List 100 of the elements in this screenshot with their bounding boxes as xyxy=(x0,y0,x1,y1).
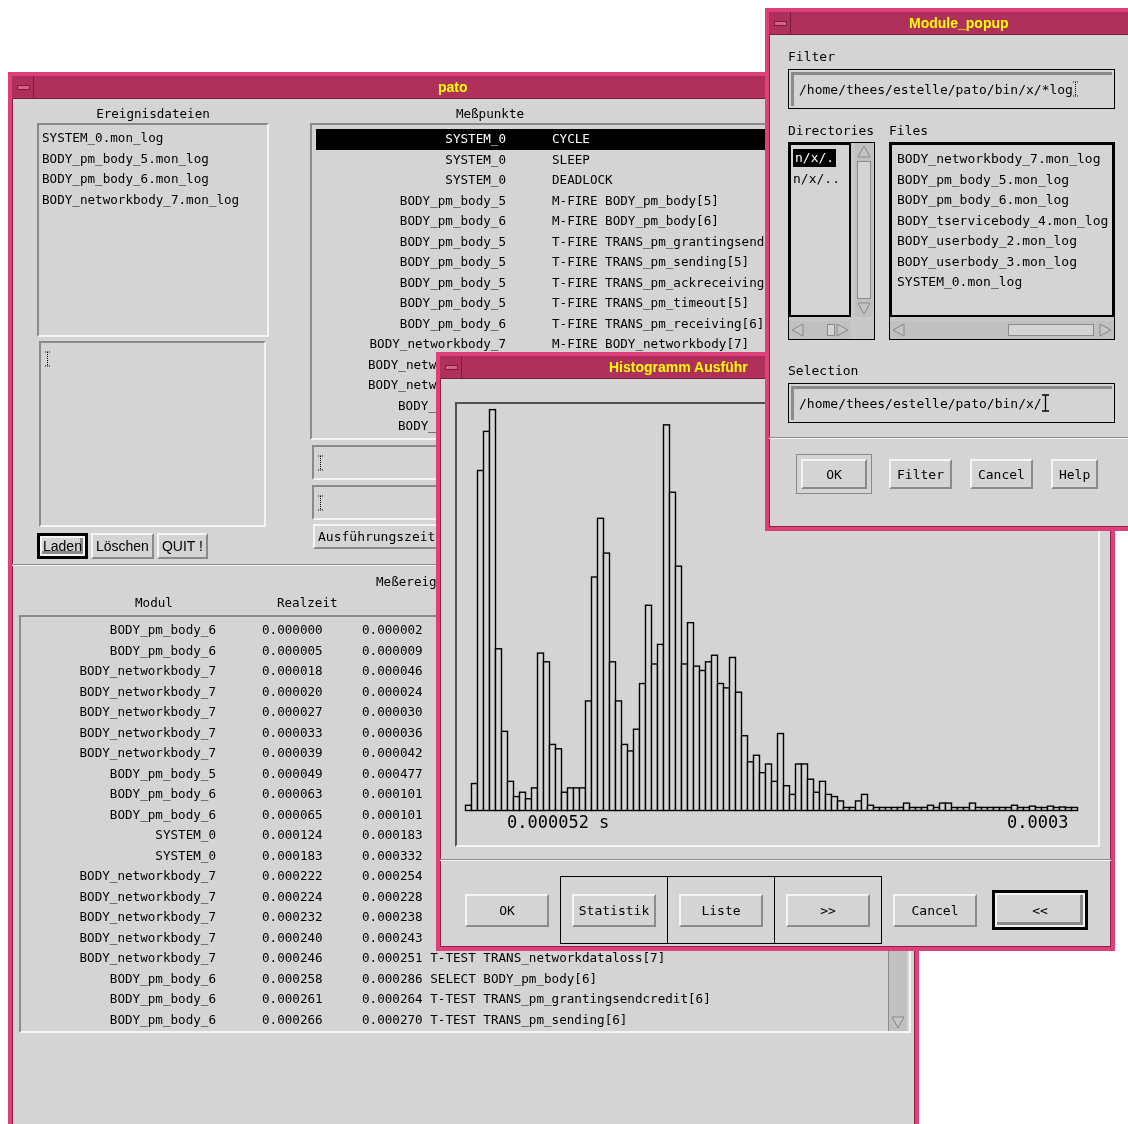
module-name: SYSTEM_0 xyxy=(444,171,506,189)
module-name: BODY_pm_body_5 xyxy=(398,232,506,251)
push-button[interactable]: OK xyxy=(465,893,549,927)
table-cell-text: 0.000101 xyxy=(362,785,423,803)
file-item[interactable]: BODY_pm_body_6.mon_log xyxy=(897,190,1070,211)
scrollbar[interactable] xyxy=(890,321,1114,339)
table-cell-text: BODY_pm_body_6 xyxy=(108,969,216,988)
push-button[interactable]: << xyxy=(992,890,1088,930)
table-cell-text: BODY_pm_body_6 xyxy=(108,990,216,1008)
file-item[interactable]: BODY_networkbody_7.mon_log xyxy=(42,189,240,210)
event-name: T-FIRE TRANS_pm_timeout[5] xyxy=(552,294,750,312)
table-cell-text: 0.000261 xyxy=(262,990,324,1008)
push-button[interactable]: Cancel xyxy=(893,893,977,927)
table-cell-text: 0.000264 T-TEST TRANS_pm_grantingsendcredit[6] xyxy=(362,990,711,1008)
event-name: M-FIRE BODY_networkbody[7] xyxy=(552,335,750,353)
text-cursor-icon xyxy=(318,495,323,511)
event-name: DEADLOCK xyxy=(552,171,613,189)
table-cell-text: 0.000005 xyxy=(262,641,324,660)
table-cell-text: SYSTEM_0 xyxy=(154,846,216,865)
module-name: BODY_pm_body_5 xyxy=(398,294,506,312)
table-cell-text: BODY_pm_body_6 xyxy=(108,805,216,824)
event-name: M-FIRE BODY_pm_body[6] xyxy=(552,212,719,230)
scroll-right-icon[interactable] xyxy=(1098,323,1112,337)
push-button[interactable]: Löschen xyxy=(90,533,154,559)
table-cell-text: 0.000039 xyxy=(262,744,324,762)
push-button[interactable]: QUIT ! xyxy=(156,533,208,559)
push-button[interactable]: Laden xyxy=(37,533,88,559)
table-cell-text: 0.000042 xyxy=(362,744,423,762)
table-cell-text: BODY_networkbody_7 xyxy=(78,662,216,680)
scroll-up-icon[interactable] xyxy=(857,145,871,159)
scroll-down-icon[interactable] xyxy=(857,301,871,315)
list-heading: Meßpunkte xyxy=(454,105,526,123)
scroll-right-icon[interactable] xyxy=(835,323,849,337)
text-cursor-icon xyxy=(45,351,50,367)
push-button[interactable]: Filter xyxy=(889,459,952,489)
scroll-thumb[interactable] xyxy=(1008,324,1094,336)
table-cell-text: BODY_networkbody_7 xyxy=(78,908,216,926)
selection-field[interactable]: /home/thees/estelle/pato/bin/x/ xyxy=(788,383,1115,423)
file-item[interactable]: SYSTEM_0.mon_log xyxy=(897,272,1023,293)
module-name: SYSTEM_0 xyxy=(444,130,506,148)
window-title: pato xyxy=(438,79,468,95)
scrollbar[interactable] xyxy=(855,143,873,317)
file-item[interactable]: BODY_networkbody_7.mon_log xyxy=(897,149,1101,170)
table-cell-text: 0.000238 xyxy=(362,908,423,926)
scroll-thumb[interactable] xyxy=(857,161,871,299)
push-button[interactable]: Statistik xyxy=(572,893,656,927)
file-item[interactable]: BODY_userbody_2.mon_log xyxy=(897,231,1077,252)
table-cell-text: 0.000020 xyxy=(262,682,324,701)
module-name: BODY_pm_body_6 xyxy=(398,212,506,230)
file-item[interactable]: SYSTEM_0.mon_log xyxy=(42,128,164,149)
table-cell-text: 0.000049 xyxy=(262,764,324,783)
file-item[interactable]: BODY_pm_body_5.mon_log xyxy=(42,148,209,169)
module-name: SYSTEM_0 xyxy=(444,150,506,169)
scroll-left-icon[interactable] xyxy=(892,323,906,337)
window-title: Module_popup xyxy=(909,15,1009,31)
table-cell-text: 0.000266 xyxy=(262,1010,324,1029)
module-name: BODY_netw xyxy=(367,376,437,394)
scroll-left-icon[interactable] xyxy=(791,323,805,337)
window-title: Histogramm Ausführ xyxy=(609,359,748,375)
table-cell-text: 0.000030 xyxy=(362,703,423,721)
file-item[interactable]: BODY_pm_body_6.mon_log xyxy=(42,169,209,190)
table-cell-text: 0.000240 xyxy=(262,928,324,947)
table-cell-text: 0.000046 xyxy=(362,662,423,680)
table-cell-text: 0.000246 xyxy=(262,949,324,967)
table-cell-text: 0.000251 T-TEST TRANS_networkdataloss[7] xyxy=(362,949,666,967)
table-cell-text: 0.000000 xyxy=(262,621,324,639)
axis-label: 0.000052 s xyxy=(507,812,610,832)
push-button[interactable]: >> xyxy=(786,893,870,927)
table-cell-text: 0.000063 xyxy=(262,785,324,803)
module-name: BODY_pm_body_6 xyxy=(398,314,506,333)
table-cell-text: BODY_networkbody_7 xyxy=(78,867,216,885)
file-item[interactable]: BODY_tservicebody_4.mon_log xyxy=(897,210,1109,231)
directory-item[interactable]: n/x/. xyxy=(793,149,837,167)
table-cell-text: BODY_pm_body_6 xyxy=(108,641,216,660)
filter-field[interactable]: /home/thees/estelle/pato/bin/x/*log xyxy=(788,69,1115,109)
text-cursor-icon xyxy=(318,455,323,471)
file-item[interactable]: BODY_userbody_3.mon_log xyxy=(897,251,1077,272)
scrollbar[interactable] xyxy=(789,321,851,339)
table-cell-text: BODY_networkbody_7 xyxy=(78,949,216,967)
table-cell-text: BODY_networkbody_7 xyxy=(78,682,216,701)
module-name: BODY_networkbody_7 xyxy=(368,335,506,353)
directory-item[interactable]: n/x/.. xyxy=(793,169,840,190)
column-header: Realzeit xyxy=(276,594,338,612)
scroll-down-icon[interactable] xyxy=(891,1015,905,1029)
table-cell-text: 0.000036 xyxy=(362,723,423,742)
table-cell-text: BODY_networkbody_7 xyxy=(78,703,216,721)
push-button[interactable]: Liste xyxy=(679,893,763,927)
push-button[interactable]: Help xyxy=(1050,459,1099,489)
table-cell-text: 0.000033 xyxy=(262,723,324,742)
table-cell-text: BODY_pm_body_6 xyxy=(108,785,216,803)
scroll-thumb[interactable] xyxy=(827,324,835,336)
field-label: Filter xyxy=(788,48,836,66)
event-name: T-FIRE TRANS_pm_sending[5] xyxy=(552,253,750,271)
push-button[interactable]: Cancel xyxy=(969,459,1033,489)
table-cell-text: 0.000477 xyxy=(362,764,423,783)
table-cell-text: 0.000101 xyxy=(362,805,423,824)
table-cell-text: 0.000286 SELECT BODY_pm_body[6] xyxy=(362,969,598,988)
table-cell-text: BODY_networkbody_7 xyxy=(78,744,216,762)
file-item[interactable]: BODY_pm_body_5.mon_log xyxy=(897,169,1070,190)
table-cell-text: 0.000024 xyxy=(362,682,423,701)
